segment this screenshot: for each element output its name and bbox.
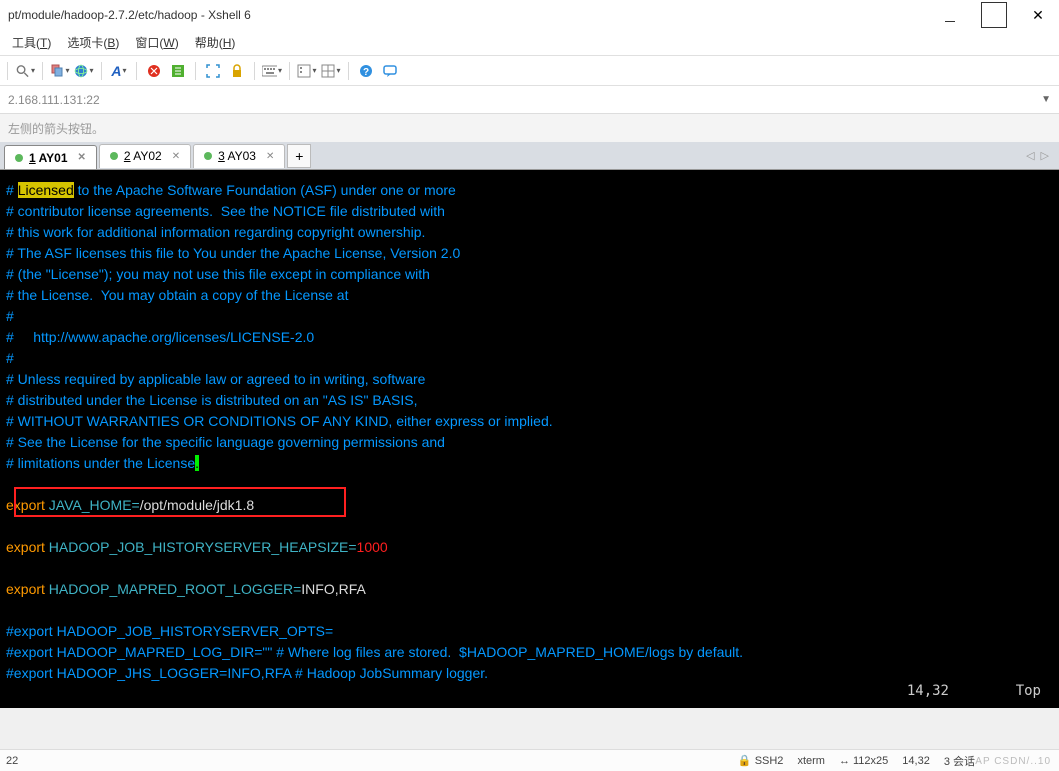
terminal-line: # Licensed to the Apache Software Founda…: [6, 180, 1053, 201]
terminal-line: #export HADOOP_MAPRED_LOG_DIR="" # Where…: [6, 642, 1053, 663]
svg-text:?: ?: [363, 67, 369, 78]
tab-label: 2 AY02: [124, 149, 162, 163]
tab-strip: 1 AY01 ✕ 2 AY02 ✕ 3 AY03 ✕ + ◁ ▷: [0, 142, 1059, 170]
terminal-line: # http://www.apache.org/licenses/LICENSE…: [6, 327, 1053, 348]
green-square-icon[interactable]: [168, 61, 188, 81]
status-left: 22: [0, 755, 24, 767]
terminal-line: #: [6, 306, 1053, 327]
search-icon[interactable]: [15, 61, 35, 81]
terminal-line: # Unless required by applicable law or a…: [6, 369, 1053, 390]
session-tab-AY02[interactable]: 2 AY02 ✕: [99, 144, 191, 168]
terminal-line: # the License. You may obtain a copy of …: [6, 285, 1053, 306]
fullscreen-icon[interactable]: [203, 61, 223, 81]
window-controls: ✕: [937, 2, 1051, 28]
terminal-line: export JAVA_HOME=/opt/module/jdk1.8: [6, 495, 1053, 516]
maximize-button[interactable]: [981, 2, 1007, 28]
tab-close-icon[interactable]: ✕: [266, 151, 274, 162]
font-icon[interactable]: A: [109, 61, 129, 81]
lock-status-icon: 🔒: [738, 755, 752, 767]
menu-help[interactable]: 帮助(H): [187, 34, 244, 51]
minimize-button[interactable]: [937, 2, 963, 28]
tab-label: 1 AY01: [29, 151, 68, 165]
terminal-line: #export HADOOP_JHS_LOGGER=INFO,RFA # Had…: [6, 663, 1053, 684]
terminal-line: # (the "License"); you may not use this …: [6, 264, 1053, 285]
toolbar: A ?: [0, 56, 1059, 86]
add-tab-button[interactable]: +: [287, 144, 311, 168]
status-dot-icon: [204, 152, 212, 160]
title-bar: pt/module/hadoop-2.7.2/etc/hadoop - Xshe…: [0, 0, 1059, 30]
tab-close-icon[interactable]: ✕: [78, 152, 86, 163]
hint-text: 左侧的箭头按钮。: [8, 120, 104, 137]
terminal-line: #export HADOOP_JOB_HISTORYSERVER_OPTS=: [6, 621, 1053, 642]
terminal-line: #: [6, 348, 1053, 369]
terminal-line: # WITHOUT WARRANTIES OR CONDITIONS OF AN…: [6, 411, 1053, 432]
session-tab-AY03[interactable]: 3 AY03 ✕: [193, 144, 285, 168]
status-ssh: SSH2: [755, 755, 784, 767]
keyboard-icon[interactable]: [262, 61, 282, 81]
red-circle-icon[interactable]: [144, 61, 164, 81]
tab-nav-right[interactable]: ▷: [1041, 149, 1049, 162]
lock-icon[interactable]: [227, 61, 247, 81]
script-icon[interactable]: [297, 61, 317, 81]
status-bar: 22 🔒 SSH2 xterm ↔ 112x25 14,32 3 会话 CAP …: [0, 749, 1059, 771]
grid-icon[interactable]: [321, 61, 341, 81]
tab-label: 3 AY03: [218, 149, 256, 163]
terminal-line: [6, 558, 1053, 579]
terminal-line: [6, 516, 1053, 537]
hint-bar: 左侧的箭头按钮。: [0, 114, 1059, 142]
terminal[interactable]: # Licensed to the Apache Software Founda…: [0, 170, 1059, 708]
menu-tabs[interactable]: 选项卡(B): [59, 34, 127, 51]
menu-bar: 工具(T) 选项卡(B) 窗口(W) 帮助(H): [0, 30, 1059, 56]
vim-cursor-pos: 14,32: [907, 681, 949, 702]
dropdown-icon[interactable]: ▼: [1041, 94, 1051, 105]
terminal-line: # See the License for the specific langu…: [6, 432, 1053, 453]
tab-nav-left[interactable]: ◁: [1026, 149, 1034, 162]
window-title: pt/module/hadoop-2.7.2/etc/hadoop - Xshe…: [8, 8, 937, 22]
status-size: 112x25: [853, 755, 888, 767]
menu-window[interactable]: 窗口(W): [127, 34, 186, 51]
watermark: CAP CSDN/..10: [967, 756, 1051, 767]
terminal-line: export HADOOP_MAPRED_ROOT_LOGGER=INFO,RF…: [6, 579, 1053, 600]
address-text: 2.168.111.131:22: [8, 93, 1041, 107]
help-icon[interactable]: ?: [356, 61, 376, 81]
terminal-line: export HADOOP_JOB_HISTORYSERVER_HEAPSIZE…: [6, 537, 1053, 558]
status-dot-icon: [110, 152, 118, 160]
terminal-line: [6, 474, 1053, 495]
tab-nav: ◁ ▷: [1026, 149, 1055, 162]
terminal-line: # The ASF licenses this file to You unde…: [6, 243, 1053, 264]
session-tab-AY01[interactable]: 1 AY01 ✕: [4, 145, 97, 169]
chat-icon[interactable]: [380, 61, 400, 81]
status-dot-icon: [15, 154, 23, 162]
status-pos: 14,32: [902, 755, 930, 767]
terminal-line: # contributor license agreements. See th…: [6, 201, 1053, 222]
globe-icon[interactable]: [74, 61, 94, 81]
address-bar[interactable]: 2.168.111.131:22 ▼: [0, 86, 1059, 114]
terminal-line: [6, 600, 1053, 621]
copy-icon[interactable]: [50, 61, 70, 81]
vim-scroll-indicator: Top: [1016, 681, 1041, 702]
terminal-line: # limitations under the License.: [6, 453, 1053, 474]
status-term: xterm: [797, 755, 825, 767]
close-button[interactable]: ✕: [1025, 2, 1051, 28]
terminal-line: # this work for additional information r…: [6, 222, 1053, 243]
terminal-line: # distributed under the License is distr…: [6, 390, 1053, 411]
menu-tools[interactable]: 工具(T): [4, 34, 59, 51]
tab-close-icon[interactable]: ✕: [172, 151, 180, 162]
